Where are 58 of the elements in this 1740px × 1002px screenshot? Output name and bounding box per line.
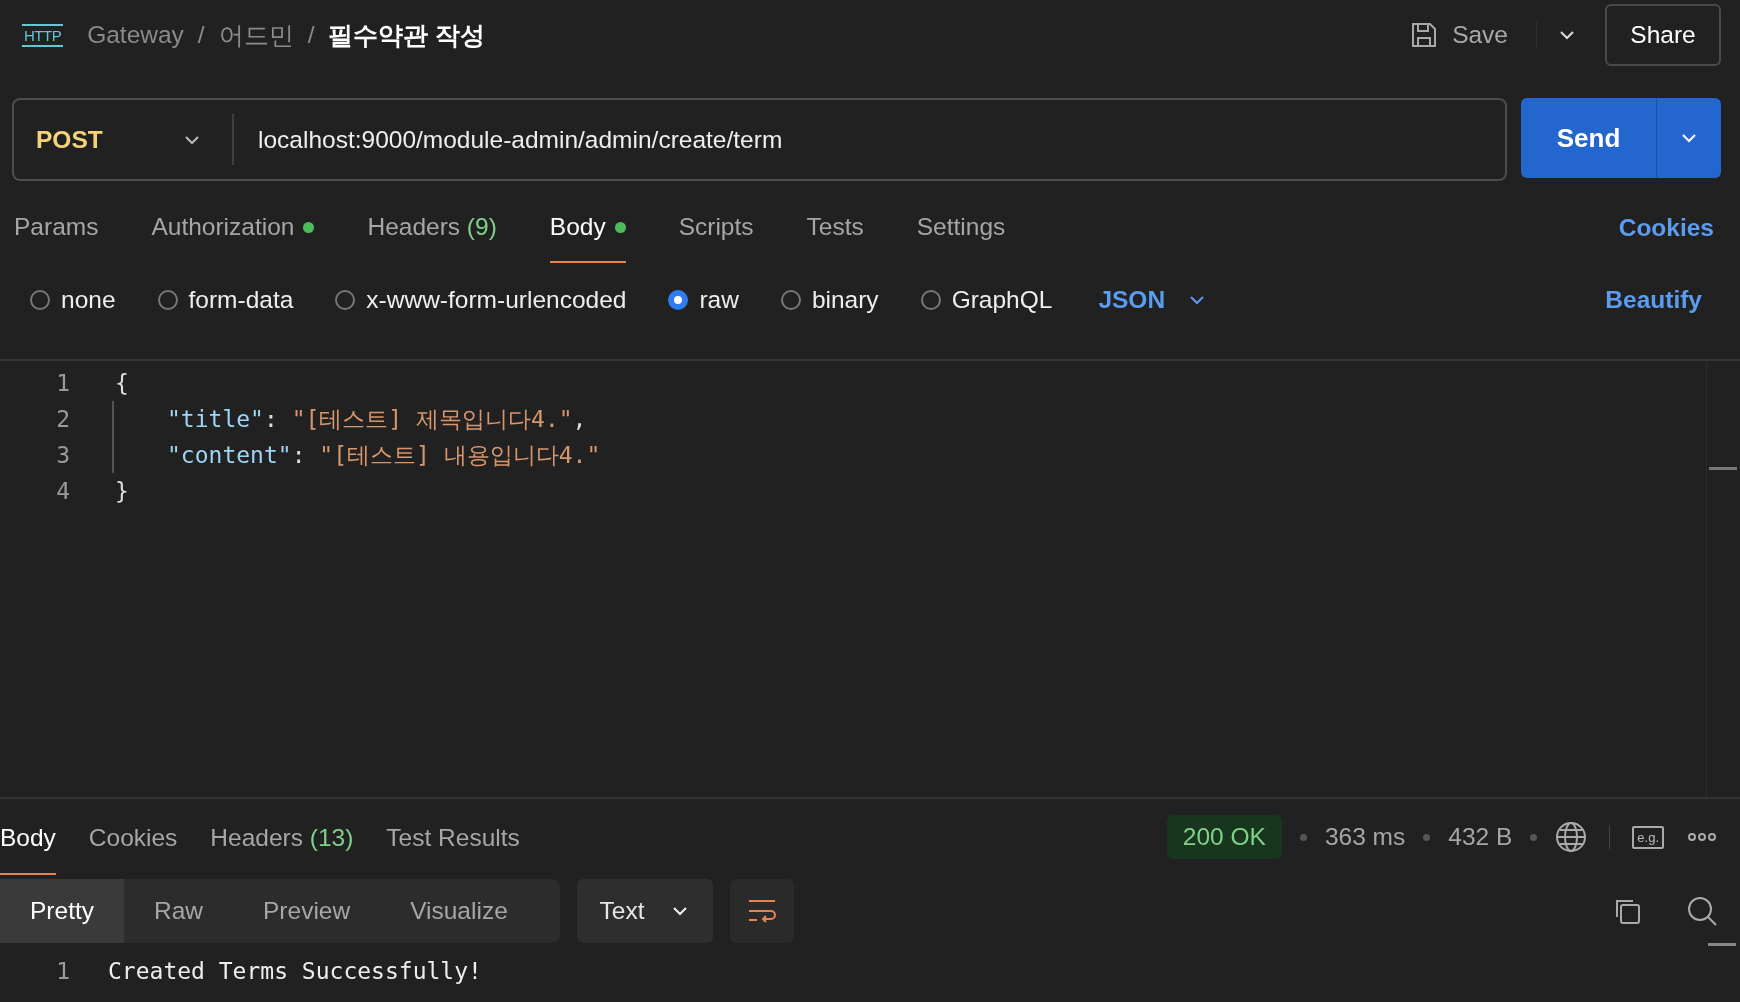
response-text: Created Terms Successfully!: [108, 958, 482, 984]
separator-dot-icon: [1530, 833, 1538, 841]
response-time: 363 ms: [1324, 823, 1406, 851]
breadcrumb-item[interactable]: 어드민: [218, 18, 294, 52]
body-type-radio[interactable]: none: [30, 286, 116, 314]
scrollbar-thumb[interactable]: [1708, 943, 1736, 946]
globe-icon[interactable]: [1555, 821, 1588, 853]
line-number: 2: [55, 406, 71, 432]
view-mode-tab[interactable]: Pretty: [0, 879, 124, 943]
cookies-link[interactable]: Cookies: [1618, 193, 1714, 263]
wrap-lines-icon: [747, 898, 777, 924]
response-tab[interactable]: Headers (13): [210, 799, 354, 875]
breadcrumb-separator: /: [307, 21, 315, 49]
search-icon[interactable]: [1686, 895, 1718, 927]
code-line: "title": "[테스트] 제목입니다4.",: [166, 404, 587, 434]
beautify-link[interactable]: Beautify: [1605, 286, 1702, 314]
code-line: }: [115, 478, 129, 504]
request-tab[interactable]: Headers (9): [367, 193, 497, 263]
status-badge: 200 OK: [1166, 815, 1282, 859]
response-tab[interactable]: Cookies: [88, 799, 178, 875]
body-type-radio[interactable]: form-data: [157, 286, 294, 314]
line-number: 3: [55, 442, 71, 468]
request-tab[interactable]: Params: [14, 193, 99, 263]
response-tab[interactable]: Body: [0, 799, 56, 875]
breadcrumb-separator: /: [197, 21, 205, 49]
format-dropdown[interactable]: JSON: [1098, 286, 1208, 314]
response-tab[interactable]: Test Results: [386, 799, 520, 875]
code-line: {: [115, 370, 129, 396]
separator-dot-icon: [1299, 833, 1307, 841]
scrollbar-thumb[interactable]: [1709, 467, 1737, 470]
more-options-icon[interactable]: [1688, 832, 1716, 842]
examples-button[interactable]: e.g.: [1632, 825, 1664, 849]
view-mode-tab[interactable]: Raw: [124, 879, 233, 943]
line-number: 1: [55, 958, 71, 984]
code-line: "content": "[테스트] 내용입니다4.": [166, 440, 601, 470]
share-button[interactable]: Share: [1605, 4, 1721, 66]
request-tab[interactable]: Settings: [916, 193, 1006, 263]
view-mode-tab[interactable]: Preview: [233, 879, 381, 943]
request-tab[interactable]: Tests: [806, 193, 864, 263]
body-type-radio[interactable]: raw: [668, 286, 739, 314]
send-button[interactable]: Send: [1521, 98, 1657, 178]
request-tab[interactable]: Body: [549, 193, 626, 263]
view-mode-tab[interactable]: Visualize: [380, 879, 538, 943]
body-type-radio[interactable]: binary: [780, 286, 879, 314]
body-type-radio[interactable]: GraphQL: [920, 286, 1053, 314]
http-logo: HTTP: [22, 23, 64, 47]
save-button[interactable]: Save: [1452, 21, 1537, 49]
request-tab[interactable]: Scripts: [678, 193, 754, 263]
format-dropdown[interactable]: Text: [577, 879, 713, 943]
response-size: 432 B: [1448, 823, 1513, 851]
body-type-radio[interactable]: x-www-form-urlencoded: [335, 286, 627, 314]
wrap-lines-button[interactable]: [730, 879, 794, 943]
line-number: 4: [55, 478, 71, 504]
separator-dot-icon: [1423, 833, 1431, 841]
line-number: 1: [55, 370, 71, 396]
breadcrumb-item[interactable]: 필수약관 작성: [328, 18, 486, 52]
breadcrumb-item[interactable]: Gateway: [87, 21, 184, 49]
request-tab[interactable]: Authorization: [151, 193, 315, 263]
